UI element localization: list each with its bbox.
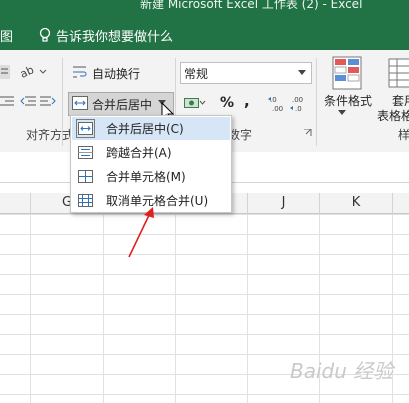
tab-view[interactable]: 图 <box>0 26 13 45</box>
format-as-table-label: 表格格 <box>377 109 409 123</box>
menu-item-merge-center[interactable]: 合并后居中(C) <box>72 117 230 140</box>
wrap-text-button[interactable]: 自动换行 <box>92 65 140 82</box>
increase-indent-icon[interactable] <box>40 94 56 108</box>
grid-line <box>30 214 31 403</box>
menu-item-label: 合并单元格(M) <box>106 170 186 184</box>
merge-center-button[interactable]: 合并后居中 <box>92 96 152 113</box>
grid-line <box>247 214 248 403</box>
unmerge-cells-icon <box>78 194 93 207</box>
styles-group-label: 样 <box>398 128 409 142</box>
menu-item-merge-cells[interactable]: 合并单元格(M) <box>72 165 230 188</box>
red-arrow-annotation <box>128 207 154 258</box>
watermark: Baidu 经验 <box>290 359 394 383</box>
merge-center-icon <box>72 96 88 110</box>
decrease-decimal-icon[interactable]: .00 .0 <box>290 94 310 112</box>
lightbulb-icon <box>39 27 51 42</box>
chevron-down-icon[interactable] <box>298 70 306 76</box>
column-header-j[interactable]: J <box>248 193 320 213</box>
orientation-icon[interactable]: ab <box>20 64 48 80</box>
svg-text:.0: .0 <box>295 105 302 112</box>
format-as-table-icon <box>388 58 409 88</box>
merge-dropdown-menu: 合并后居中(C) 跨越合并(A) 合并单元格(M) 取消单元格合并(U) <box>70 115 232 213</box>
menu-row: 图 告诉我你想要做什么 <box>0 20 409 50</box>
svg-text:.0: .0 <box>270 96 277 104</box>
merge-across-icon <box>78 146 93 159</box>
menu-item-merge-across[interactable]: 跨越合并(A) <box>72 141 230 164</box>
menu-item-label: 合并后居中(C) <box>106 122 184 136</box>
title-bar: 新建 Microsoft Excel 工作表 (2) - Excel <box>0 0 409 20</box>
merge-center-icon <box>76 119 95 138</box>
grid-line <box>175 214 176 403</box>
column-header-k[interactable]: K <box>320 193 393 213</box>
increase-decimal-icon[interactable]: .0 .00 <box>268 94 288 112</box>
column-header-partial[interactable] <box>0 193 31 213</box>
merge-cells-icon <box>78 170 93 183</box>
svg-text:ab: ab <box>20 64 36 80</box>
dialog-launcher-icon[interactable] <box>304 129 312 137</box>
alignment-group-label: 对齐方式 <box>26 128 75 142</box>
currency-icon[interactable] <box>184 95 206 111</box>
comma-button[interactable]: , <box>244 92 250 110</box>
decrease-indent-icon[interactable] <box>20 94 36 108</box>
number-format-value: 常规 <box>184 67 209 81</box>
grid-line <box>103 214 104 403</box>
conditional-format-icon <box>332 56 362 90</box>
svg-text:.00: .00 <box>292 96 303 104</box>
tell-me-search[interactable]: 告诉我你想要做什么 <box>56 26 173 45</box>
conditional-format-button[interactable]: 条件格式 <box>324 92 372 109</box>
wrap-text-icon <box>73 66 87 78</box>
menu-item-label: 跨越合并(A) <box>106 146 172 160</box>
svg-text:.00: .00 <box>272 105 283 112</box>
indent-icon[interactable] <box>0 94 14 108</box>
window-title: 新建 Microsoft Excel 工作表 (2) - Excel <box>140 0 363 11</box>
percent-button[interactable]: % <box>220 95 234 111</box>
chevron-down-icon[interactable] <box>338 110 346 116</box>
align-icon[interactable] <box>0 65 10 79</box>
